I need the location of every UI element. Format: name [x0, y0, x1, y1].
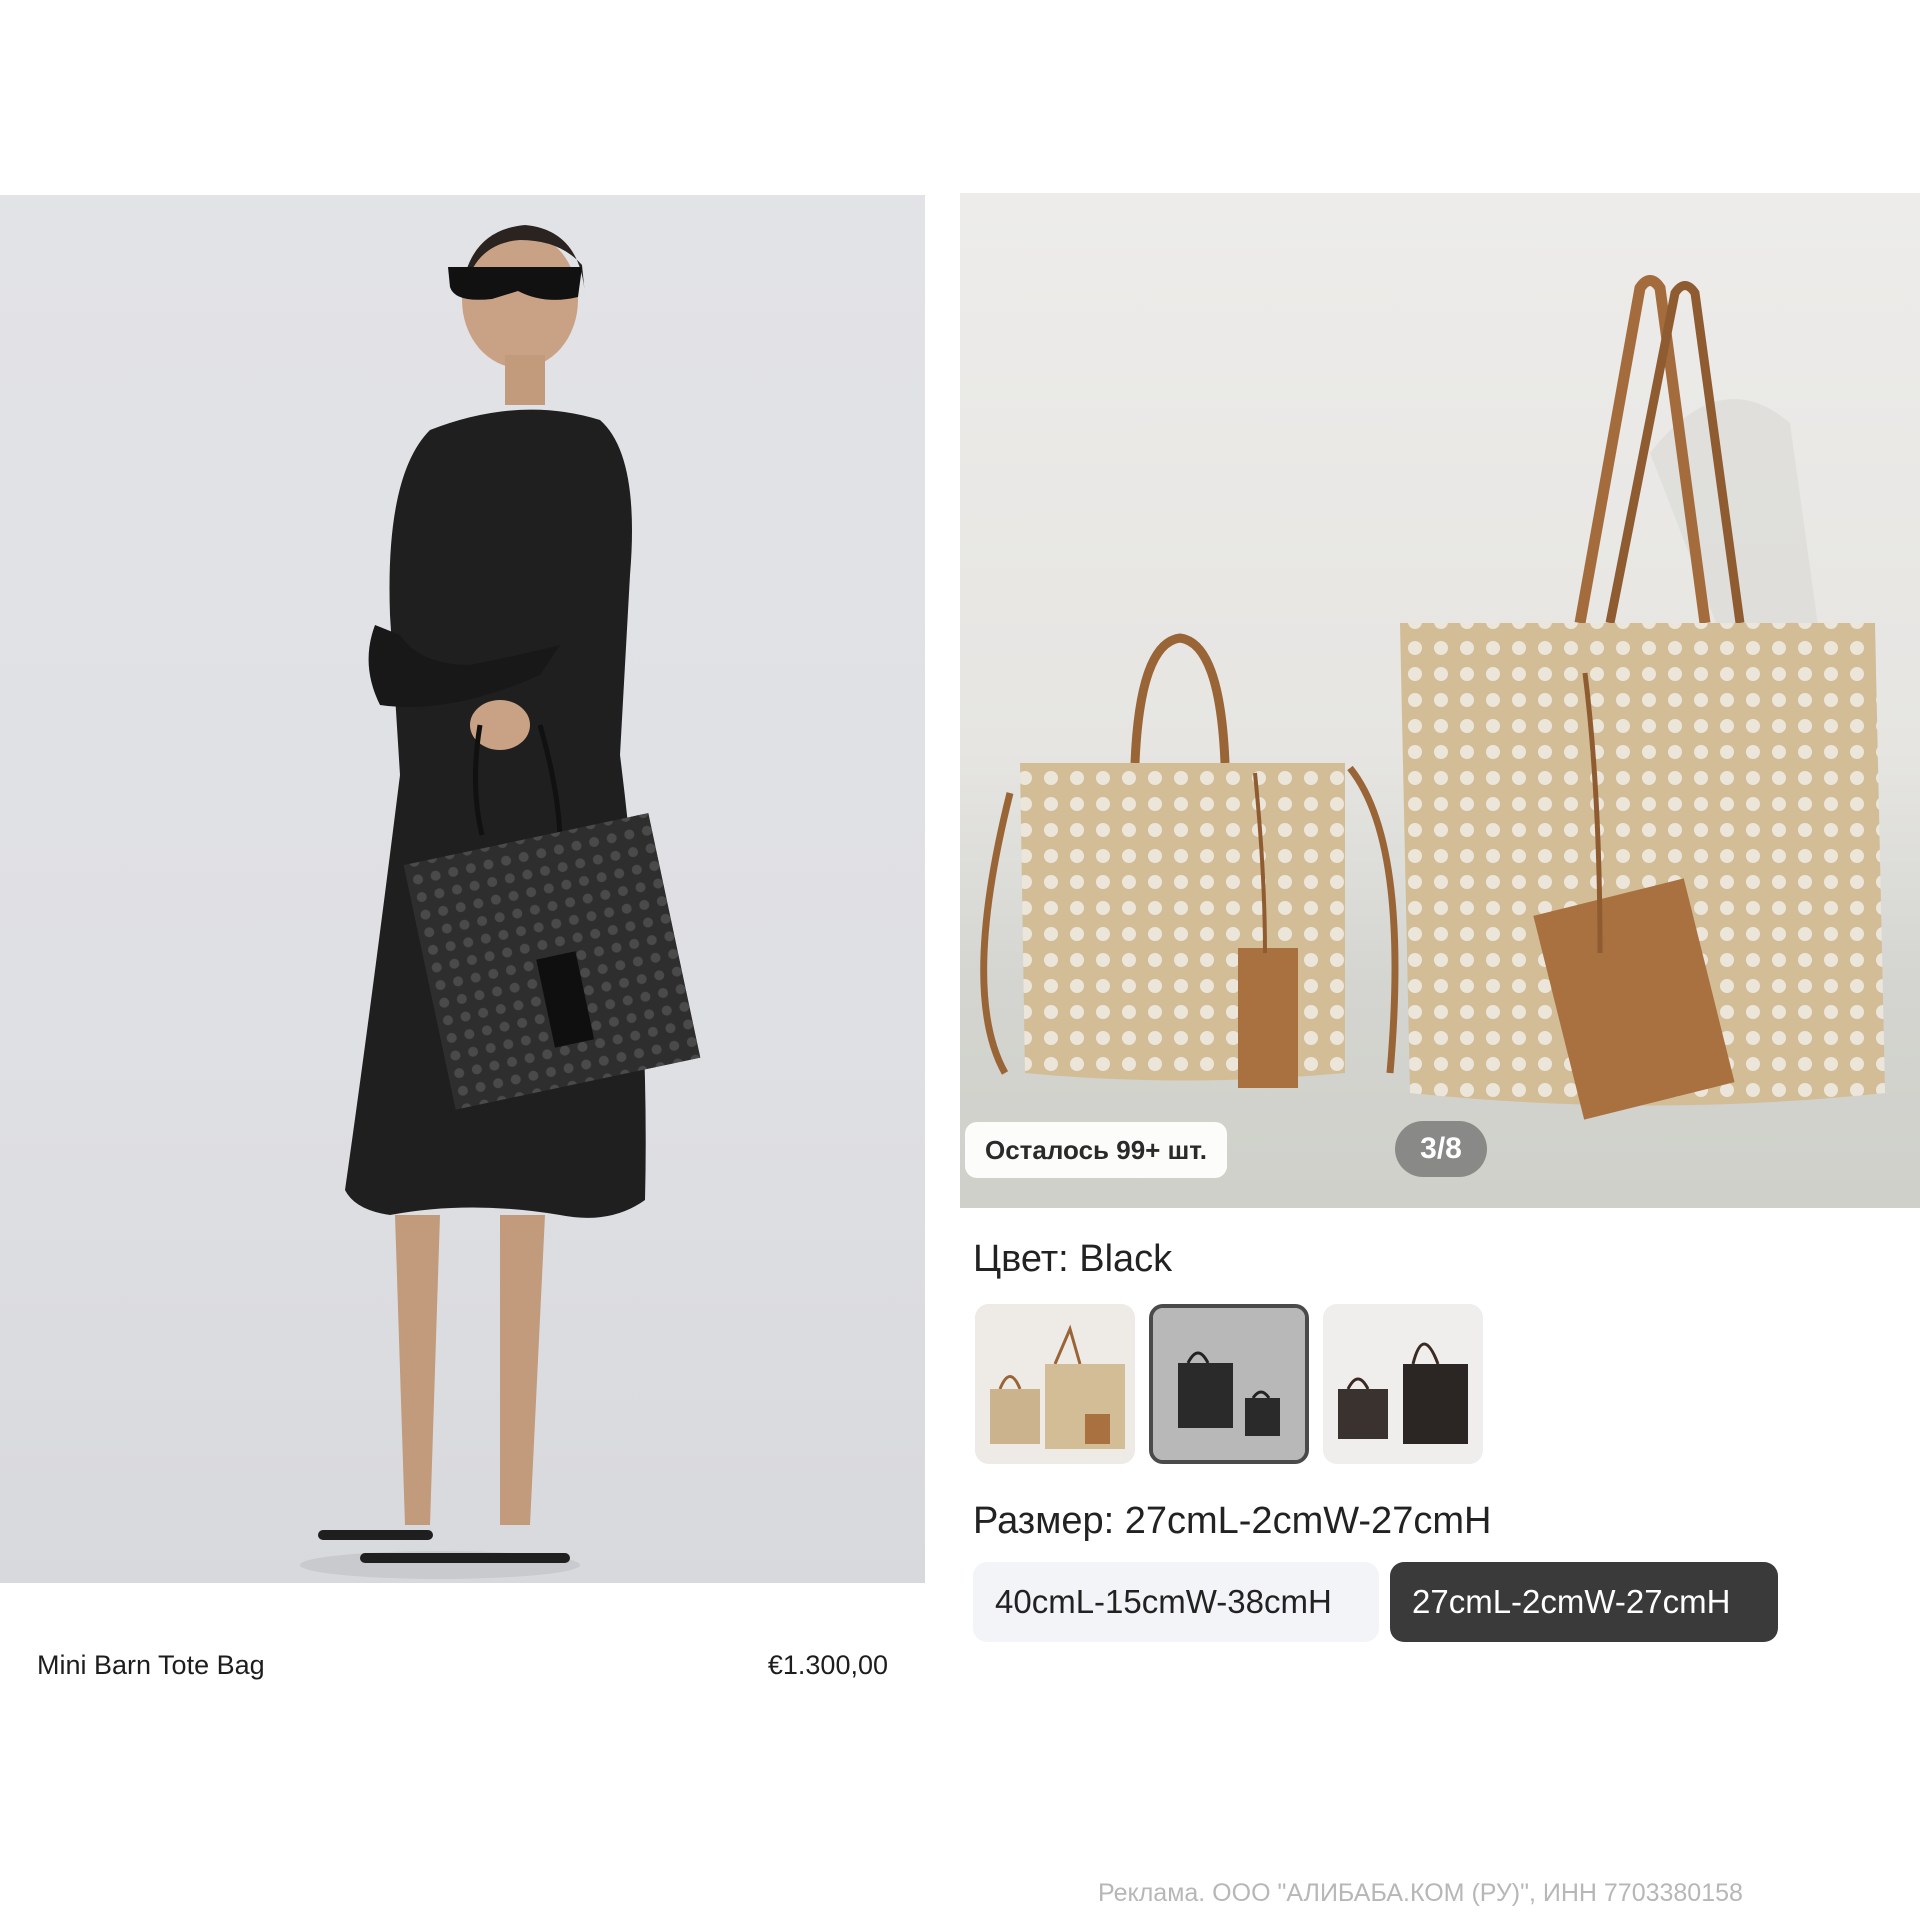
color-label: Цвет: Black	[973, 1238, 1173, 1280]
product-gallery-image[interactable]	[960, 193, 1920, 1208]
swatch-black-thumb	[1153, 1308, 1305, 1460]
size-label: Размер: 27cmL-2cmW-27cmH	[973, 1500, 1492, 1542]
size-option-27x2x27[interactable]: 27cmL-2cmW-27cmH	[1390, 1562, 1778, 1642]
size-option-40x15x38[interactable]: 40cmL-15cmW-38cmH	[973, 1562, 1379, 1642]
swatch-natural-thumb	[975, 1304, 1135, 1464]
color-swatch-dark[interactable]	[1323, 1304, 1483, 1464]
bags-illustration	[980, 275, 1885, 1120]
ad-disclaimer: Реклама. ООО "АЛИБАБА.КОМ (РУ)", ИНН 770…	[1098, 1879, 1743, 1907]
color-swatches	[975, 1304, 1483, 1464]
size-options: 40cmL-15cmW-38cmH 27cmL-2cmW-27cmH	[973, 1562, 1778, 1642]
swatch-dark-thumb	[1323, 1304, 1483, 1464]
stock-badge: Осталось 99+ шт.	[965, 1122, 1227, 1178]
model-photo[interactable]	[0, 195, 925, 1583]
color-swatch-natural[interactable]	[975, 1304, 1135, 1464]
product-price: €1.300,00	[767, 1650, 888, 1680]
image-counter-badge: 3/8	[1395, 1121, 1487, 1177]
color-swatch-black[interactable]	[1149, 1304, 1309, 1464]
product-name[interactable]: Mini Barn Tote Bag	[37, 1650, 265, 1681]
model-illustration	[300, 225, 701, 1579]
